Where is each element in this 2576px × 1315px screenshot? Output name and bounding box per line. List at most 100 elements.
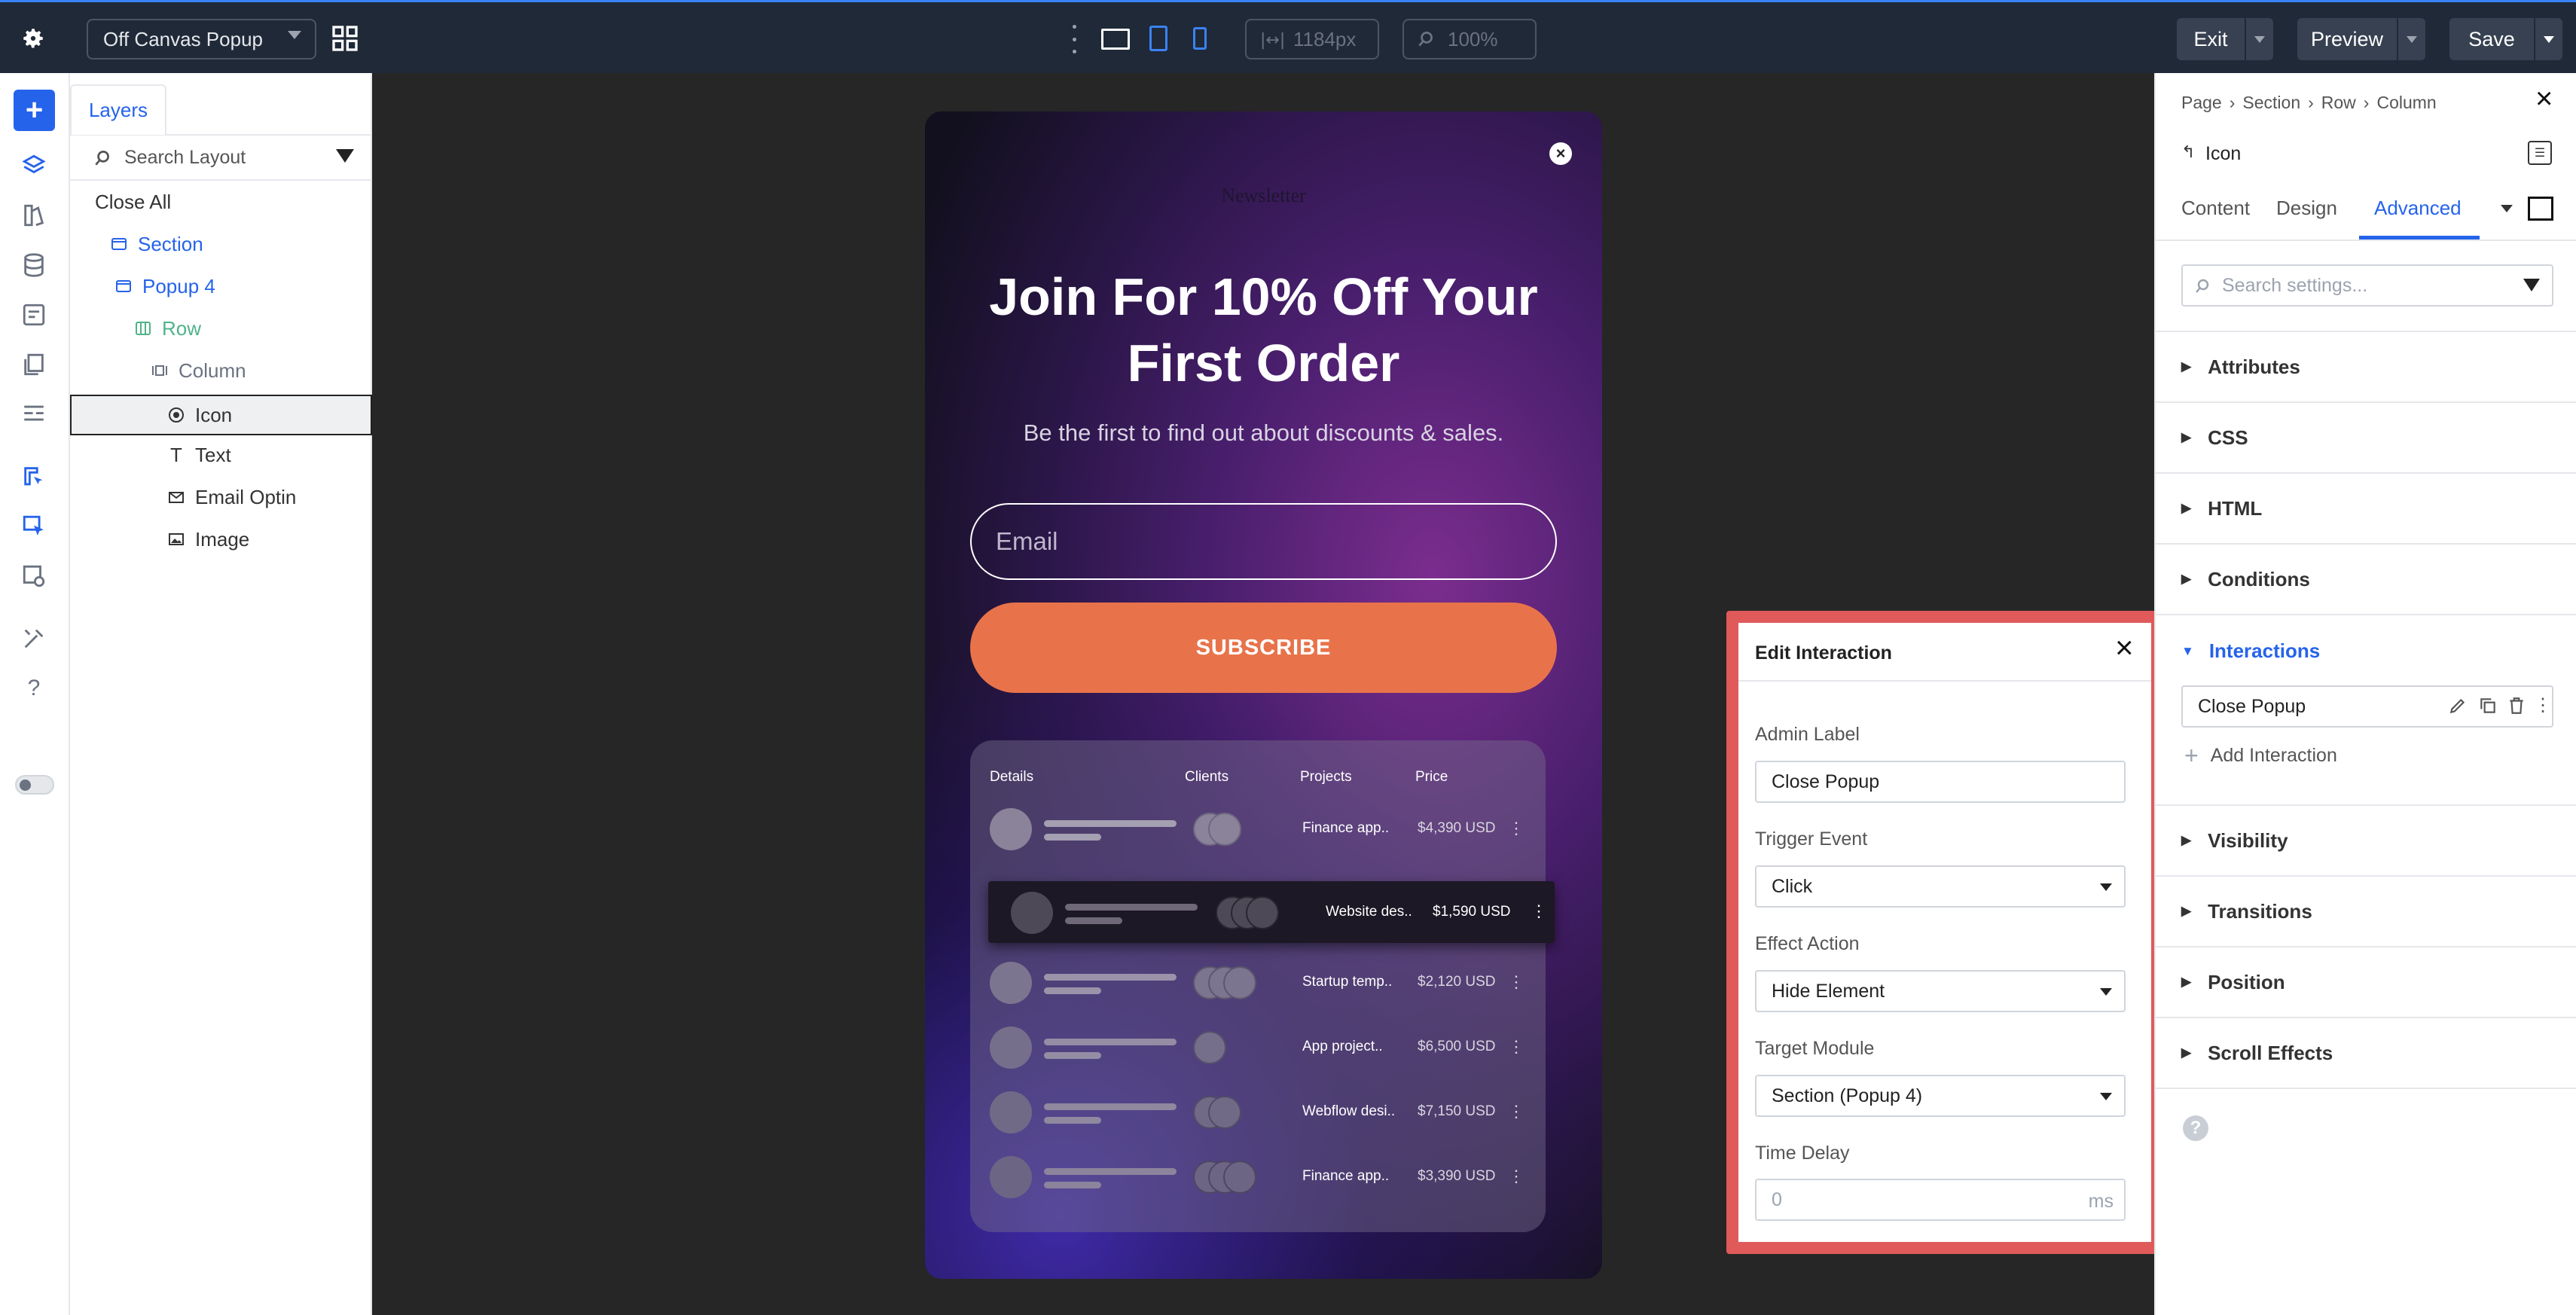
layer-item-image[interactable]: Image — [70, 518, 372, 560]
preview-dropdown-button[interactable] — [2398, 18, 2425, 60]
page-select[interactable]: Off Canvas Popup — [87, 19, 316, 59]
layers-tab[interactable]: Layers — [70, 84, 166, 135]
exit-dropdown-button[interactable] — [2246, 18, 2273, 60]
forms-icon[interactable] — [17, 297, 51, 332]
layer-item-section[interactable]: Section — [70, 223, 372, 265]
design-library-icon[interactable] — [17, 198, 51, 233]
top-toolbar: Off Canvas Popup |↔| 1184px 100% Exit Pr… — [0, 0, 2576, 73]
zoom-input[interactable]: 100% — [1402, 19, 1537, 59]
more-icon[interactable]: ⋮ — [1508, 1167, 1525, 1186]
exit-button[interactable]: Exit — [2177, 18, 2245, 60]
save-button[interactable]: Save — [2449, 18, 2534, 60]
layer-item-row[interactable]: Row — [70, 307, 372, 349]
breadcrumb-item[interactable]: Column — [2376, 93, 2436, 113]
preset-icon[interactable] — [2528, 197, 2553, 221]
layer-item-label: Section — [138, 232, 203, 255]
layer-item-text[interactable]: T Text — [70, 434, 372, 476]
client-avatar — [1208, 813, 1241, 846]
tablet-view-icon[interactable] — [1149, 26, 1167, 51]
target-module-select[interactable]: Section (Popup 4) — [1755, 1075, 2126, 1117]
layout-icon[interactable] — [17, 397, 51, 432]
section-scroll-effects[interactable]: ▶ Scroll Effects — [2156, 1018, 2576, 1089]
layers-icon[interactable] — [17, 148, 51, 183]
layer-item-email-optin[interactable]: Email Optin — [70, 476, 372, 518]
table-row: Finance app.. $4,390 USD ⋮ — [970, 808, 1546, 850]
interaction-item[interactable]: Close Popup ⋮ — [2181, 685, 2553, 728]
preview-button[interactable]: Preview — [2297, 18, 2397, 60]
project-name: Webflow desi.. — [1302, 1103, 1396, 1119]
section-visibility[interactable]: ▶ Visibility — [2156, 806, 2576, 877]
delete-icon[interactable] — [2507, 696, 2526, 721]
effect-action-select[interactable]: Hide Element — [1755, 970, 2126, 1012]
mode-toggle[interactable] — [15, 775, 54, 795]
add-icon[interactable]: + — [14, 90, 55, 131]
popup-close-icon[interactable]: × — [1549, 142, 1572, 165]
tools-icon[interactable] — [17, 621, 51, 656]
edit-icon[interactable] — [2448, 696, 2468, 721]
popup-preview[interactable]: × Newsletter Join For 10% Off Your First… — [925, 111, 1602, 1279]
layer-item-popup-4[interactable]: Popup 4 — [70, 265, 372, 307]
settings-search-input[interactable]: Search settings... — [2181, 264, 2553, 307]
more-icon[interactable]: ⋮ — [1508, 972, 1525, 992]
database-icon[interactable] — [17, 248, 51, 282]
section-label: HTML — [2208, 496, 2263, 520]
breadcrumb-item[interactable]: Section — [2242, 93, 2300, 113]
help-icon[interactable]: ? — [2183, 1115, 2208, 1141]
tab-advanced[interactable]: Advanced — [2374, 197, 2462, 220]
time-delay-input[interactable]: 0 ms — [1755, 1179, 2126, 1221]
duplicate-icon[interactable] — [2478, 696, 2498, 721]
settings-gear-icon[interactable] — [17, 22, 50, 55]
drag-handle-icon[interactable] — [1070, 25, 1079, 53]
tab-design[interactable]: Design — [2276, 197, 2337, 220]
more-icon[interactable]: ⋮ — [1508, 1102, 1525, 1121]
avatar — [1011, 892, 1053, 934]
theme-builder-icon[interactable] — [17, 459, 51, 494]
breadcrumb-item[interactable]: Page — [2181, 93, 2222, 113]
add-interaction-button[interactable]: + Add Interaction — [2184, 742, 2337, 770]
pages-icon[interactable] — [17, 347, 51, 382]
width-input[interactable]: |↔| 1184px — [1245, 19, 1379, 59]
more-icon[interactable]: ⋮ — [1531, 902, 1547, 921]
interactions-icon[interactable] — [17, 509, 51, 544]
section-label: Transitions — [2208, 899, 2312, 923]
search-icon — [1416, 29, 1436, 54]
more-icon[interactable]: ⋮ — [1508, 1037, 1525, 1057]
help-icon[interactable]: ? — [17, 671, 51, 706]
section-interactions-header[interactable]: ▼ Interactions — [2181, 639, 2320, 663]
section-transitions[interactable]: ▶ Transitions — [2156, 877, 2576, 947]
more-options-icon[interactable]: ⋮ — [2534, 694, 2552, 716]
subscribe-button[interactable]: SUBSCRIBE — [970, 603, 1557, 693]
layer-item-column[interactable]: Column — [70, 349, 372, 392]
panel-options-icon[interactable]: ☰ — [2528, 141, 2552, 165]
section-css[interactable]: ▶ CSS — [2156, 403, 2576, 474]
tab-content[interactable]: Content — [2181, 197, 2250, 220]
templates-icon[interactable] — [17, 559, 51, 593]
layer-item-icon[interactable]: Icon — [70, 395, 372, 435]
save-dropdown-button[interactable] — [2535, 18, 2562, 60]
tab-more-icon[interactable] — [2501, 205, 2513, 212]
close-all-button[interactable]: Close All — [70, 181, 372, 223]
trigger-event-select[interactable]: Click — [1755, 865, 2126, 908]
section-attributes[interactable]: ▶ Attributes — [2156, 332, 2576, 403]
desktop-view-icon[interactable] — [1101, 29, 1130, 50]
filter-icon[interactable] — [2523, 279, 2540, 291]
section-conditions[interactable]: ▶ Conditions — [2156, 545, 2576, 615]
section-html[interactable]: ▶ HTML — [2156, 474, 2576, 545]
grid-icon[interactable] — [330, 23, 362, 55]
settings-search-placeholder: Search settings... — [2222, 274, 2368, 296]
breadcrumb-item[interactable]: Row — [2321, 93, 2356, 113]
more-icon[interactable]: ⋮ — [1508, 819, 1525, 838]
placeholder-line — [1044, 974, 1177, 981]
close-icon[interactable]: × — [2115, 632, 2134, 664]
phone-view-icon[interactable] — [1193, 27, 1207, 50]
back-icon[interactable]: ↰ — [2181, 142, 2195, 162]
price: $3,390 USD — [1418, 1168, 1496, 1184]
filter-icon[interactable] — [336, 149, 354, 163]
close-panel-icon[interactable]: × — [2535, 84, 2553, 114]
admin-label-input[interactable]: Close Popup — [1755, 761, 2126, 803]
placeholder-line — [1044, 1168, 1177, 1175]
email-input[interactable]: Email — [970, 503, 1557, 580]
section-position[interactable]: ▶ Position — [2156, 947, 2576, 1018]
layers-search[interactable]: Search Layout — [70, 136, 372, 181]
project-name: Finance app.. — [1302, 1168, 1390, 1184]
